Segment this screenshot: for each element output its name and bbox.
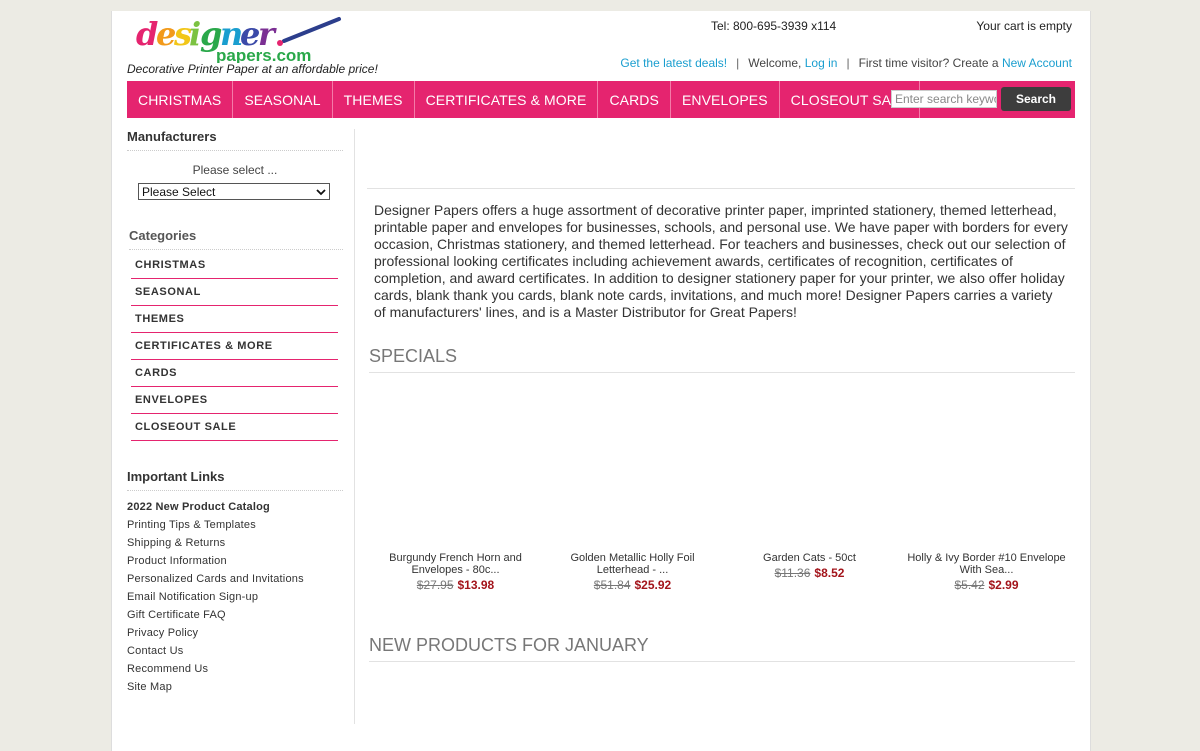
categories-list: CHRISTMAS SEASONAL THEMES CERTIFICATES &… <box>131 252 338 441</box>
link-personalized-cards[interactable]: Personalized Cards and Invitations <box>127 573 354 591</box>
link-contact-us[interactable]: Contact Us <box>127 645 354 663</box>
manufacturers-selected-value: Please Select <box>142 184 216 199</box>
search-button[interactable]: Search <box>1001 87 1071 111</box>
important-links-list: 2022 New Product Catalog Printing Tips &… <box>127 501 354 699</box>
product-card[interactable]: Holly & Ivy Border #10 Envelope With Sea… <box>898 373 1075 593</box>
category-certificates[interactable]: CERTIFICATES & MORE <box>131 333 338 360</box>
new-account-link[interactable]: New Account <box>1002 56 1072 70</box>
link-product-information[interactable]: Product Information <box>127 555 354 573</box>
product-card[interactable]: Burgundy French Horn and Envelopes - 80c… <box>367 373 544 593</box>
sale-price: $8.52 <box>814 566 845 580</box>
manufacturers-select[interactable]: Please Select <box>138 183 330 200</box>
nav-certificates[interactable]: CERTIFICATES & MORE <box>415 81 599 118</box>
specials-heading: SPECIALS <box>369 346 1075 373</box>
important-links-heading: Important Links <box>127 469 343 491</box>
sale-price: $2.99 <box>988 578 1019 592</box>
link-recommend-us[interactable]: Recommend Us <box>127 663 354 681</box>
nav-seasonal[interactable]: SEASONAL <box>233 81 333 118</box>
site-logo[interactable]: d e s i g n e r papers.com <box>134 15 352 65</box>
main-nav: CHRISTMAS SEASONAL THEMES CERTIFICATES &… <box>127 81 1075 118</box>
category-envelopes[interactable]: ENVELOPES <box>131 387 338 414</box>
new-products-heading: NEW PRODUCTS FOR JANUARY <box>369 635 1075 662</box>
manufacturers-heading: Manufacturers <box>127 129 343 151</box>
banner-space <box>367 129 1075 188</box>
category-themes[interactable]: THEMES <box>131 306 338 333</box>
first-time-text: First time visitor? Create a <box>858 56 999 70</box>
nav-cards[interactable]: CARDS <box>598 81 671 118</box>
link-privacy-policy[interactable]: Privacy Policy <box>127 627 354 645</box>
manufacturers-label: Please select ... <box>192 163 278 177</box>
sale-price: $13.98 <box>457 578 495 592</box>
category-christmas[interactable]: CHRISTMAS <box>131 252 338 279</box>
page-container: d e s i g n e r papers.com Decorative Pr… <box>111 11 1091 751</box>
link-email-signup[interactable]: Email Notification Sign-up <box>127 591 354 609</box>
product-name[interactable]: Holly & Ivy Border #10 Envelope With Sea… <box>898 552 1075 576</box>
product-name[interactable]: Golden Metallic Holly Foil Letterhead - … <box>544 552 721 576</box>
link-product-catalog[interactable]: 2022 New Product Catalog <box>127 501 354 519</box>
link-site-map[interactable]: Site Map <box>127 681 354 699</box>
nav-envelopes[interactable]: ENVELOPES <box>671 81 780 118</box>
specials-list: Burgundy French Horn and Envelopes - 80c… <box>367 373 1075 593</box>
cart-status[interactable]: Your cart is empty <box>976 19 1072 33</box>
old-price: $11.36 <box>774 566 811 580</box>
old-price: $5.42 <box>954 578 985 592</box>
link-printing-tips[interactable]: Printing Tips & Templates <box>127 519 354 537</box>
phone-number: Tel: 800-695-3939 x114 <box>711 19 837 33</box>
product-prices: $51.84 $25.92 <box>544 578 721 592</box>
product-card[interactable]: Golden Metallic Holly Foil Letterhead - … <box>544 373 721 593</box>
categories-heading: Categories <box>129 228 343 250</box>
latest-deals-link[interactable]: Get the latest deals! <box>620 56 727 70</box>
main-content: Designer Papers offers a huge assortment… <box>367 129 1075 662</box>
category-cards[interactable]: CARDS <box>131 360 338 387</box>
old-price: $27.95 <box>416 578 454 592</box>
top-links: Get the latest deals! | Welcome, Log in | Fi… <box>620 56 1072 70</box>
site-tagline: Decorative Printer Paper at an affordabl… <box>127 62 378 76</box>
nav-christmas[interactable]: CHRISTMAS <box>127 81 234 118</box>
category-closeout[interactable]: CLOSEOUT SALE <box>131 414 338 441</box>
nav-themes[interactable]: THEMES <box>333 81 415 118</box>
link-shipping-returns[interactable]: Shipping & Returns <box>127 537 354 555</box>
product-prices: $27.95 $13.98 <box>367 578 544 592</box>
product-name[interactable]: Burgundy French Horn and Envelopes - 80c… <box>367 552 544 576</box>
svg-text:papers.com: papers.com <box>216 46 311 63</box>
intro-text: Designer Papers offers a huge assortment… <box>374 202 1068 320</box>
product-card[interactable]: Garden Cats - 50ct $11.36 $8.52 <box>721 373 898 593</box>
sale-price: $25.92 <box>634 578 672 592</box>
category-seasonal[interactable]: SEASONAL <box>131 279 338 306</box>
login-link[interactable]: Log in <box>805 56 838 70</box>
welcome-text: Welcome, <box>748 56 802 70</box>
product-name[interactable]: Garden Cats - 50ct <box>721 552 898 564</box>
product-prices: $11.36 $8.52 <box>721 566 898 580</box>
old-price: $51.84 <box>593 578 631 592</box>
chevron-down-icon <box>316 185 326 199</box>
product-prices: $5.42 $2.99 <box>898 578 1075 592</box>
search-input[interactable]: Enter search keywords here <box>891 90 997 108</box>
link-gift-certificate-faq[interactable]: Gift Certificate FAQ <box>127 609 354 627</box>
sidebar: Manufacturers Please select ... Please S… <box>127 129 355 724</box>
